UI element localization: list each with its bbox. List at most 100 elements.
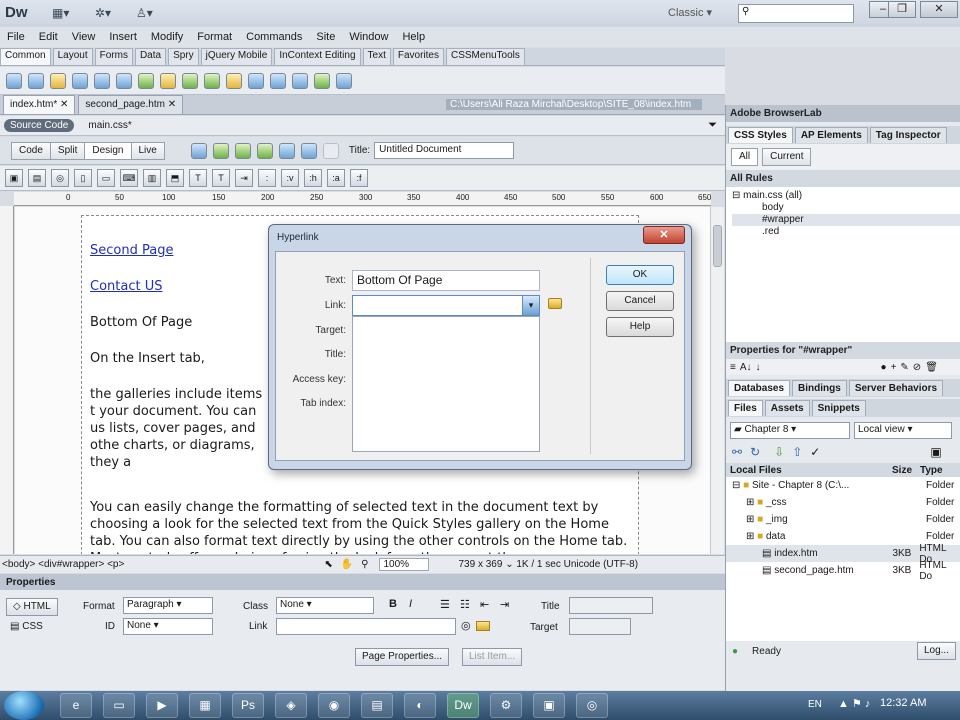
scroll-thumb[interactable] xyxy=(713,225,722,267)
cancel-button[interactable]: Cancel xyxy=(606,291,674,311)
browse-folder-icon[interactable] xyxy=(476,621,490,631)
templates-icon[interactable] xyxy=(314,72,330,89)
rule-main-css[interactable]: ⊟ main.css (all) xyxy=(732,190,960,202)
tab-ap-elements[interactable]: AP Elements xyxy=(794,127,868,143)
attach-stylesheet-icon[interactable]: ● xyxy=(881,362,887,373)
toggle-css-icon[interactable]: ⬒ xyxy=(166,169,184,187)
log-button[interactable]: Log... xyxy=(916,642,956,660)
multiscreen-icon[interactable] xyxy=(190,142,207,159)
file-row[interactable]: ⊞ ■ _img Folder xyxy=(726,511,960,528)
named-anchor-icon[interactable] xyxy=(50,72,66,89)
app-icon[interactable]: ▤ xyxy=(361,693,393,718)
doc-tab-second-page[interactable]: second_page.htm ✕ xyxy=(78,95,184,114)
tab-databases[interactable]: Databases xyxy=(728,380,791,396)
photoshop-icon[interactable]: Ps xyxy=(232,693,264,718)
help-search-input[interactable]: ⚲ xyxy=(738,4,854,23)
close-icon[interactable]: ✕ xyxy=(60,99,68,110)
ordered-list-icon[interactable]: ☷ xyxy=(460,598,470,611)
site-select[interactable]: ▰ Chapter 8 ▾ xyxy=(730,421,850,439)
id-select[interactable]: None ▾ xyxy=(123,618,213,635)
server-side-include-icon[interactable] xyxy=(226,72,242,89)
preview-browser-icon[interactable] xyxy=(212,142,229,159)
tty-icon[interactable]: ⌨ xyxy=(120,169,138,187)
link-combo-input[interactable] xyxy=(352,295,540,316)
date-icon[interactable] xyxy=(204,72,220,89)
app-icon[interactable]: ◈ xyxy=(275,693,307,718)
rule-red[interactable]: .red xyxy=(732,226,960,238)
unordered-list-icon[interactable]: ☰ xyxy=(440,598,450,611)
paragraph-formatting[interactable]: You can easily change the formatting of … xyxy=(90,499,630,554)
connect-icon[interactable]: ⚯ xyxy=(732,445,742,459)
point-to-file-icon[interactable]: ◎ xyxy=(461,619,471,632)
language-indicator[interactable]: EN xyxy=(808,699,822,710)
div-icon[interactable] xyxy=(116,72,132,89)
horizontal-rule-icon[interactable] xyxy=(72,72,88,89)
get-files-icon[interactable]: ⇩ xyxy=(774,445,784,459)
set-properties-icon[interactable]: ↓ xyxy=(756,362,761,373)
widget-icon[interactable] xyxy=(182,72,198,89)
gear-icon[interactable]: ✲▾ xyxy=(95,6,111,20)
all-mode-button[interactable]: All xyxy=(731,148,759,166)
ok-button[interactable]: OK xyxy=(606,265,674,285)
site-icon[interactable]: ♙▾ xyxy=(136,6,153,20)
edit-rule-icon[interactable]: ✎ xyxy=(900,362,908,373)
second-page-link[interactable]: Second Page xyxy=(90,243,173,258)
split-view-button[interactable]: Split xyxy=(49,141,86,160)
style-rendering-icon[interactable]: ▣ xyxy=(5,169,23,187)
browserlab-header[interactable]: Adobe BrowserLab xyxy=(726,105,960,122)
app-icon[interactable]: ⚙ xyxy=(490,693,522,718)
browse-folder-icon[interactable] xyxy=(548,298,562,309)
menu-commands[interactable]: Commands xyxy=(246,31,302,43)
link-dropdown-list[interactable] xyxy=(352,316,540,452)
menu-view[interactable]: View xyxy=(72,31,96,43)
indent-icon[interactable]: ⇥ xyxy=(500,598,509,611)
projection-icon[interactable]: ▭ xyxy=(97,169,115,187)
related-file-main-css[interactable]: main.css* xyxy=(88,120,131,131)
insert-tab-forms[interactable]: Forms xyxy=(94,48,133,65)
title-field[interactable] xyxy=(569,597,653,614)
expand-icon[interactable]: ▣ xyxy=(930,445,941,459)
live-view-button[interactable]: Live xyxy=(130,141,165,160)
tab-server-behaviors[interactable]: Server Behaviors xyxy=(848,380,944,396)
media-icon[interactable] xyxy=(160,72,176,89)
link-dropdown-button[interactable]: ▾ xyxy=(522,296,539,315)
insert-tab-text[interactable]: Text xyxy=(362,48,391,65)
app-icon[interactable]: ▣ xyxy=(533,693,565,718)
handheld-icon[interactable]: ▯ xyxy=(74,169,92,187)
workspace-switcher[interactable]: Classic ▾ xyxy=(668,6,712,19)
visual-aids-icon[interactable] xyxy=(278,142,295,159)
refresh-icon[interactable]: ↻ xyxy=(750,445,760,459)
insert-tab-incontext[interactable]: InContext Editing xyxy=(274,48,361,65)
menu-help[interactable]: Help xyxy=(402,31,425,43)
tab-assets[interactable]: Assets xyxy=(764,400,810,416)
design-view-button[interactable]: Design xyxy=(84,141,132,160)
insert-tab-common[interactable]: Common xyxy=(0,48,51,65)
help-button[interactable]: Help xyxy=(606,317,674,337)
zoom-select[interactable]: 100% xyxy=(378,558,429,571)
text-format-icon[interactable]: T xyxy=(212,169,230,187)
class-select[interactable]: None ▾ xyxy=(276,597,374,614)
menu-format[interactable]: Format xyxy=(197,31,232,43)
head-icon[interactable] xyxy=(270,72,286,89)
view-select[interactable]: Local view ▾ xyxy=(854,421,952,439)
screen-icon[interactable]: ▤ xyxy=(28,169,46,187)
delete-icon[interactable]: 🗑 xyxy=(925,362,938,373)
anchor-icon[interactable]: :a xyxy=(327,169,345,187)
text-indent-icon[interactable]: ⇥ xyxy=(235,169,253,187)
title-input[interactable]: Untitled Document xyxy=(374,142,515,159)
dialog-close-button[interactable]: ✕ xyxy=(643,226,685,244)
media-player-icon[interactable]: ▶ xyxy=(146,693,178,718)
paragraph-icon[interactable]: :v xyxy=(281,169,299,187)
design-time-icon[interactable]: T xyxy=(189,169,207,187)
page-properties-button[interactable]: Page Properties... xyxy=(355,648,450,666)
table-icon[interactable] xyxy=(94,72,110,89)
disable-icon[interactable]: ⊘ xyxy=(913,362,921,373)
new-rule-icon[interactable]: + xyxy=(891,362,897,373)
insert-tab-data[interactable]: Data xyxy=(134,48,167,65)
ie-icon[interactable]: e xyxy=(60,693,92,718)
bold-button[interactable]: B xyxy=(389,598,397,610)
zoom-tool-icon[interactable]: ⚲ xyxy=(361,559,368,570)
close-icon[interactable]: ✕ xyxy=(168,99,176,110)
tv-icon[interactable]: ▥ xyxy=(143,169,161,187)
paragraph-galleries[interactable]: the galleries include items t your docum… xyxy=(90,386,270,471)
